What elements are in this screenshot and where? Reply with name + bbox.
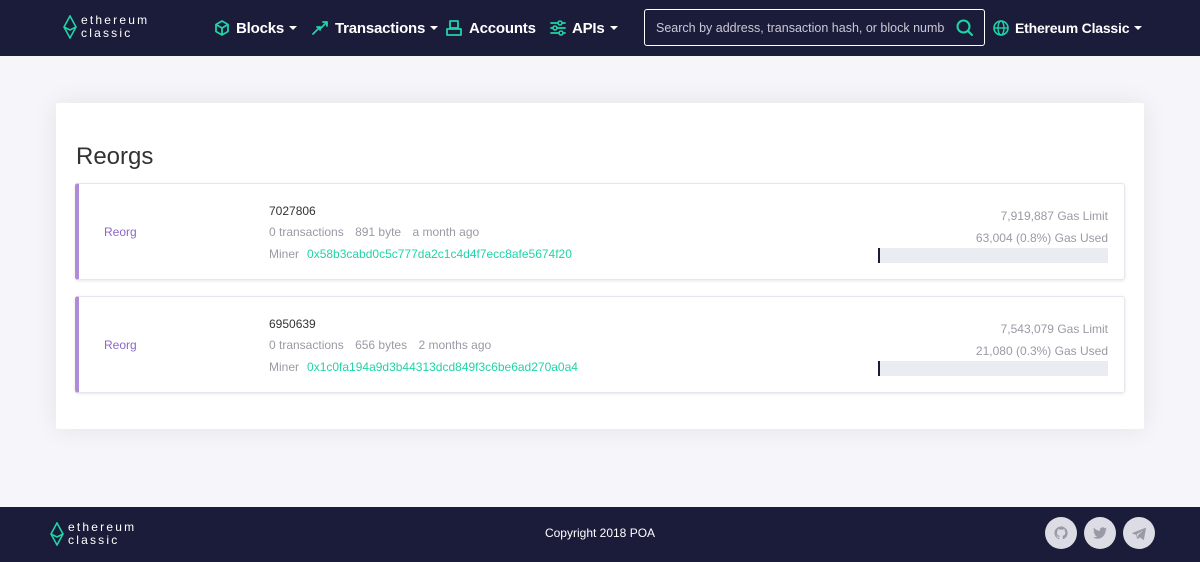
telegram-icon [1132,527,1146,540]
gas-usage-bar [878,361,1108,376]
gas-usage-fill [878,248,880,263]
block-size: 891 byte [355,225,402,239]
gas-usage-fill [878,361,880,376]
arrows-icon [311,20,329,36]
block-size: 656 bytes [355,338,408,352]
github-icon [1054,526,1068,540]
search-box [644,9,985,46]
gas-limit: 7,919,887 Gas Limit [1000,209,1108,223]
reorg-type-link[interactable]: Reorg [104,225,137,239]
gas-used: 63,004 (0.8%) Gas Used [975,231,1108,245]
block-age: 2 months ago [418,338,492,352]
nav-accounts[interactable]: Accounts [445,0,536,56]
block-meta: 0 transactions 891 byte a month ago [269,225,487,239]
search-icon[interactable] [956,19,973,41]
network-label: Ethereum Classic [1015,20,1130,36]
block-number-link[interactable]: 6950639 [269,317,316,331]
chevron-down-icon [609,26,618,30]
block-meta: 0 transactions 656 bytes 2 months ago [269,338,499,352]
nav-transactions-label: Transactions [335,19,426,37]
chevron-down-icon [1134,26,1143,30]
sliders-icon [550,20,566,36]
globe-icon [993,20,1009,36]
network-selector[interactable]: Ethereum Classic [993,0,1143,56]
reorg-tile: Reorg 6950639 0 transactions 656 bytes 2… [75,296,1125,393]
brand-logo[interactable]: ethereum classic [63,14,149,40]
page-title: Reorgs [76,143,154,170]
chevron-down-icon [430,26,439,30]
block-miner: Miner 0x58b3cabd0c5c777da2c1c4d4f7ecc8afe… [269,247,572,261]
block-miner: Miner 0x1c0fa194a9d3b44313dcd849f3c6be6ad… [269,360,578,374]
miner-address-link[interactable]: 0x1c0fa194a9d3b44313dcd849f3c6be6ad270a0… [307,360,578,374]
miner-label: Miner [269,247,300,261]
brand-line-2: classic [81,26,133,40]
twitter-icon [1093,527,1107,539]
copyright-text: Copyright 2018 POA [544,526,656,540]
github-button[interactable] [1045,517,1077,549]
reorgs-card: Reorgs Reorg 7027806 0 transactions 891 … [56,103,1144,429]
reorg-type-link[interactable]: Reorg [104,338,137,352]
search-input[interactable] [645,10,945,45]
nav-apis[interactable]: APIs [550,0,618,56]
gas-usage-bar [878,248,1108,263]
footer: ethereum classic Copyright 2018 POA [0,507,1200,562]
nav-transactions[interactable]: Transactions [311,0,439,56]
transaction-count: 0 transactions [269,225,344,239]
telegram-button[interactable] [1123,517,1155,549]
block-number-link[interactable]: 7027806 [269,204,316,218]
nav-apis-label: APIs [572,19,605,37]
gas-limit: 7,543,079 Gas Limit [1000,322,1108,336]
gas-used: 21,080 (0.3%) Gas Used [975,344,1108,358]
cube-icon [214,20,230,36]
nav-blocks[interactable]: Blocks [214,0,297,56]
block-age: a month ago [412,225,480,239]
miner-label: Miner [269,360,300,374]
ethereum-classic-logo-icon [63,15,77,39]
account-icon [445,19,463,37]
transaction-count: 0 transactions [269,338,344,352]
nav-accounts-label: Accounts [469,19,536,37]
miner-address-link[interactable]: 0x58b3cabd0c5c777da2c1c4d4f7ecc8afe5674f… [307,247,572,261]
top-navbar: ethereum classic Blocks Transactions Acc… [0,0,1200,56]
chevron-down-icon [289,26,297,30]
twitter-button[interactable] [1084,517,1116,549]
reorg-tile: Reorg 7027806 0 transactions 891 byte a … [75,183,1125,280]
nav-blocks-label: Blocks [236,19,284,37]
